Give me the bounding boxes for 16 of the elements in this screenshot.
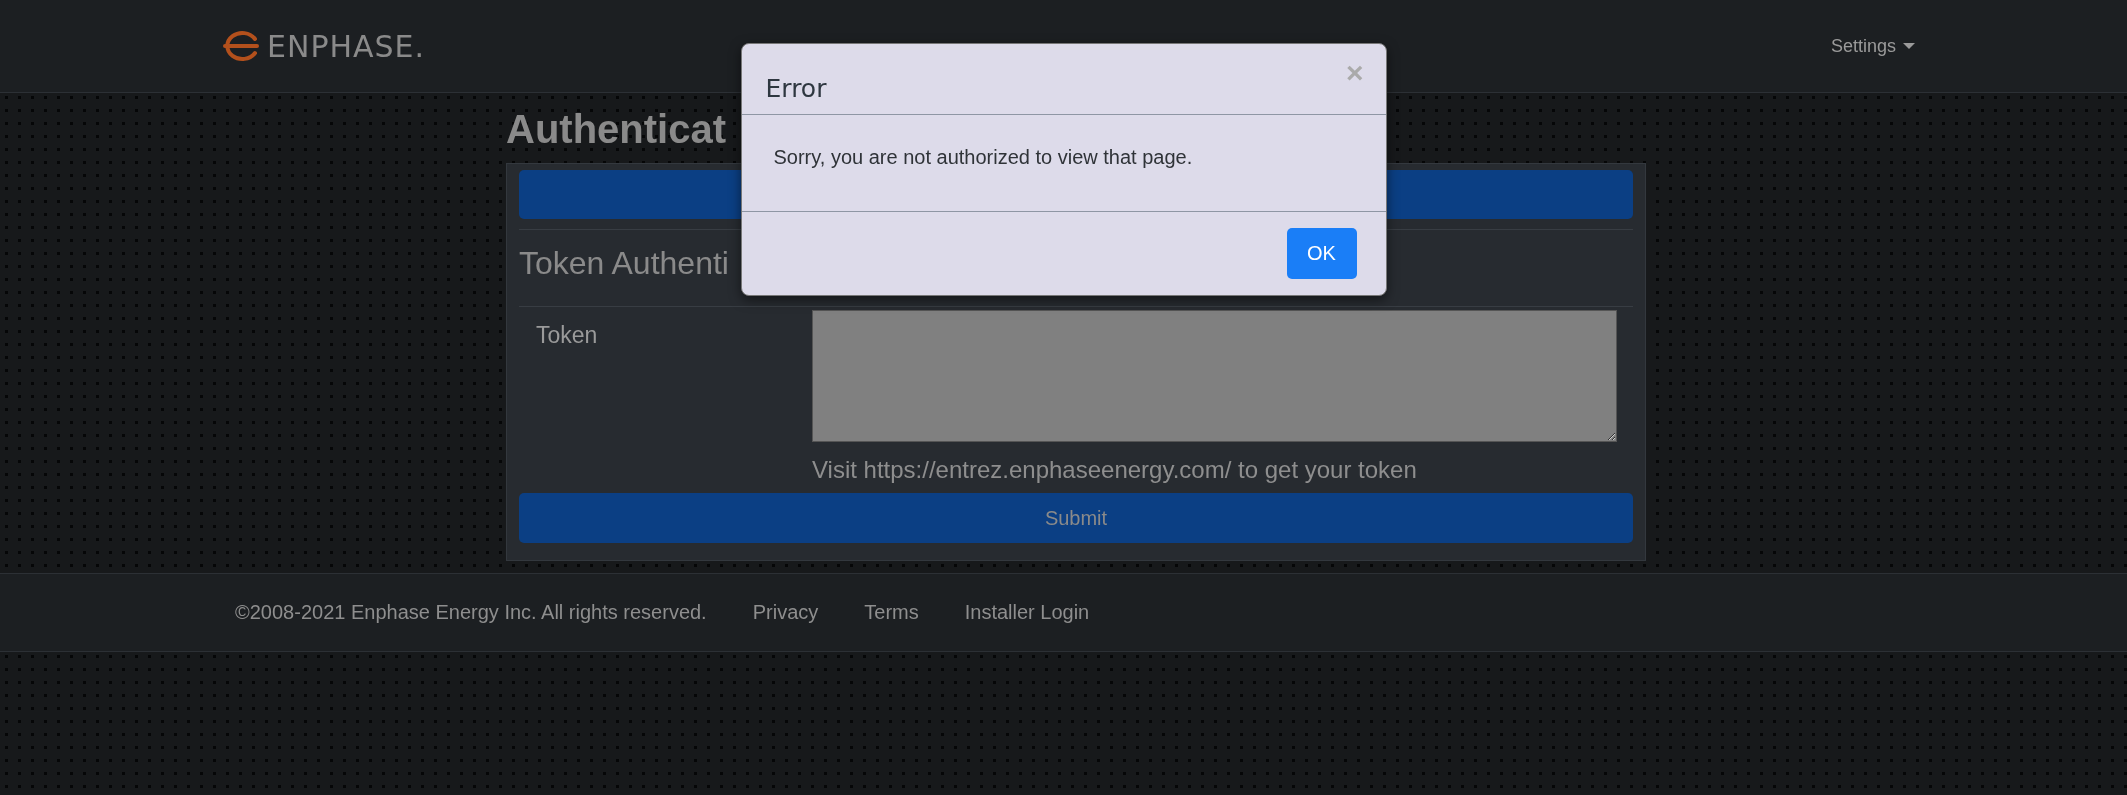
caret-icon bbox=[1903, 43, 1915, 49]
logo-text: ENPHASE. bbox=[267, 28, 426, 64]
footer-link[interactable]: Terms bbox=[864, 601, 919, 624]
section-title: Token Authenti bbox=[519, 244, 729, 283]
copyright-text: ©2008-2021 Enphase Energy Inc. All rights reserved. bbox=[235, 601, 707, 624]
footer-link[interactable]: Installer Login bbox=[964, 601, 1090, 624]
dialog-title: Error bbox=[765, 73, 827, 103]
settings-menu[interactable]: Settings bbox=[1830, 35, 1915, 57]
token-help-text: Visit https://entrez.enphaseenergy.com/ to get your token bbox=[812, 456, 1418, 484]
submit-button[interactable]: Submit bbox=[519, 493, 1633, 543]
error-message: Sorry, you are not authorized to view that page. bbox=[773, 146, 1193, 168]
token-field[interactable] bbox=[812, 310, 1617, 442]
ok-button[interactable]: OK bbox=[1286, 228, 1357, 279]
footer-link[interactable]: Privacy bbox=[752, 601, 819, 624]
page-title: Authenticat bbox=[506, 107, 726, 153]
logo-icon bbox=[222, 30, 260, 62]
